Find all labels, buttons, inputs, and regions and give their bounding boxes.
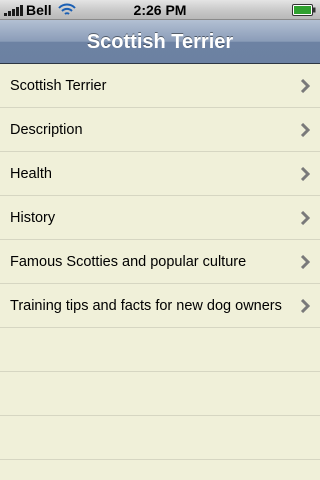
chevron-right-icon	[300, 79, 310, 93]
chevron-right-icon	[300, 123, 310, 137]
list-item-description[interactable]: Description	[0, 108, 320, 152]
list-item-health[interactable]: Health	[0, 152, 320, 196]
chevron-right-icon	[300, 211, 310, 225]
empty-row	[0, 328, 320, 372]
table-view[interactable]: Scottish Terrier Description Health Hist…	[0, 64, 320, 480]
list-item-label: Famous Scotties and popular culture	[10, 254, 247, 270]
list-item-label: Scottish Terrier	[10, 78, 107, 94]
chevron-right-icon	[300, 299, 310, 313]
navigation-bar: Scottish Terrier	[0, 20, 320, 64]
empty-row	[0, 372, 320, 416]
list-item-label: Health	[10, 166, 52, 182]
list-item-history[interactable]: History	[0, 196, 320, 240]
chevron-right-icon	[300, 167, 310, 181]
chevron-right-icon	[300, 255, 310, 269]
list-item-label: Training tips and facts for new dog owne…	[10, 298, 282, 314]
clock: 2:26 PM	[133, 2, 187, 18]
list-item-training-tips[interactable]: Training tips and facts for new dog owne…	[0, 284, 320, 328]
list-item-label: History	[10, 210, 56, 226]
empty-row	[0, 416, 320, 460]
list-item-scottish-terrier[interactable]: Scottish Terrier	[0, 64, 320, 108]
list-item-label: Description	[10, 122, 83, 138]
list-item-famous-scotties[interactable]: Famous Scotties and popular culture	[0, 240, 320, 284]
battery-icon	[292, 4, 316, 16]
page-title: Scottish Terrier	[86, 31, 234, 53]
status-bar: Bell 2:26 PM	[0, 0, 320, 20]
